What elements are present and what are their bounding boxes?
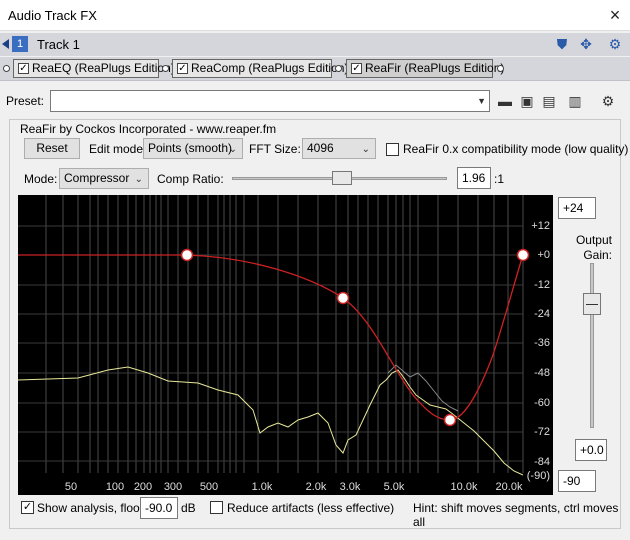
reduce-artifacts-label: Reduce artifacts (less effective) xyxy=(227,501,395,515)
freq-tick-label: 300 xyxy=(164,481,182,493)
db-tick-label: -36 xyxy=(534,337,550,349)
db-tick-label: -48 xyxy=(534,367,550,379)
track-number-badge: 1 xyxy=(12,36,28,52)
settings-gear-icon[interactable]: ⚙ xyxy=(599,92,617,110)
track-bar: 1 Track 1 ⛊ ✥ ⚙ xyxy=(0,33,630,56)
db-tick-label: -60 xyxy=(534,397,550,409)
window-titlebar: Audio Track FX × xyxy=(0,0,630,31)
fx-enable-checkbox[interactable]: ✓ xyxy=(351,63,362,74)
fx-tab-label: ReaEQ (ReaPlugs Edition) xyxy=(32,61,175,75)
show-analysis-label: Show analysis, floor: xyxy=(37,501,148,515)
mode-label: Mode: xyxy=(24,172,58,186)
frequency-response-graph[interactable]: +12 +0 -12 -24 -36 -48 -60 -72 -84 (-90) 50 100 200 3… xyxy=(17,195,553,495)
freq-tick-label: 50 xyxy=(65,481,77,493)
save-as-icon[interactable]: ▤ xyxy=(540,92,558,110)
reduce-artifacts-checkbox[interactable] xyxy=(210,501,223,514)
chain-node-icon xyxy=(162,65,169,72)
plugin-title: ReaFir by Cockos Incorporated - www.reap… xyxy=(20,122,277,136)
curve-control-point xyxy=(443,413,457,427)
chevron-down-icon: ⌄ xyxy=(228,144,237,155)
chain-node-icon xyxy=(335,65,342,72)
output-gain-field[interactable]: +0.0 xyxy=(575,439,607,461)
fx-tab-reaeq[interactable]: ✓ ReaEQ (ReaPlugs Edition) xyxy=(13,59,175,78)
db-tick-label: -84 xyxy=(534,456,550,468)
db-tick-label: -72 xyxy=(534,426,550,438)
mode-select[interactable]: Compressor ⌄ xyxy=(59,168,149,189)
mode-value: Compressor xyxy=(64,171,130,185)
output-gain-label: Output Gain: xyxy=(575,233,612,262)
response-plot[interactable]: +12 +0 -12 -24 -36 -48 -60 -72 -84 (-90) 50 100 200 3… xyxy=(17,195,553,495)
freq-tick-label: 5.0k xyxy=(384,481,405,493)
db-tick-label: (-90) xyxy=(527,470,550,482)
edit-mode-value: Points (smooth) xyxy=(148,141,233,155)
fft-size-label: FFT Size: xyxy=(249,142,301,156)
analysis-peak-line xyxy=(387,364,459,412)
route-icon[interactable]: ✥ xyxy=(577,36,595,53)
analysis-floor-field[interactable]: -90.0 xyxy=(140,497,178,519)
preset-label: Preset: xyxy=(6,94,45,108)
preset-select[interactable]: ▼ xyxy=(50,90,490,112)
floor-unit: dB xyxy=(181,501,196,515)
fx-chain-bar: ✓ ReaEQ (ReaPlugs Edition) ✓ ReaComp (Re… xyxy=(0,57,630,81)
reset-button[interactable]: Reset xyxy=(24,138,80,159)
fft-size-select[interactable]: 4096 ⌄ xyxy=(302,138,376,159)
fx-tab-reafir[interactable]: ✓ ReaFir (ReaPlugs Edition) xyxy=(346,59,504,78)
fx-tab-label: ReaComp (ReaPlugs Edition) xyxy=(191,61,349,75)
fx-tab-reacomp[interactable]: ✓ ReaComp (ReaPlugs Edition) xyxy=(172,59,348,78)
db-tick-label: +12 xyxy=(531,220,550,232)
edit-mode-label: Edit mode: xyxy=(89,142,147,156)
comp-ratio-slider-thumb[interactable] xyxy=(332,171,352,185)
close-icon[interactable]: × xyxy=(606,6,624,25)
curve-control-point xyxy=(516,248,530,262)
freq-tick-label: 2.0k xyxy=(306,481,327,493)
compat-mode-checkbox[interactable] xyxy=(386,143,399,156)
chain-node-icon xyxy=(3,65,10,72)
chevron-down-icon: ▼ xyxy=(477,96,486,106)
window-title: Audio Track FX xyxy=(8,8,97,23)
preset-bar: Preset: ▼ ▬ ▣ ▤ ▥ ⚙ xyxy=(0,87,630,115)
comp-ratio-suffix: :1 xyxy=(494,172,505,186)
chevron-down-icon: ⌄ xyxy=(361,144,370,155)
db-tick-label: -12 xyxy=(534,279,550,291)
fx-enable-checkbox[interactable]: ✓ xyxy=(18,63,29,74)
show-analysis-checkbox[interactable]: ✓ xyxy=(21,501,34,514)
freq-tick-label: 1.0k xyxy=(252,481,273,493)
top-db-field[interactable]: +24 xyxy=(558,197,596,219)
chain-node-icon xyxy=(497,65,504,72)
track-name: Track 1 xyxy=(37,37,80,52)
curve-control-point xyxy=(180,248,194,262)
output-gain-slider-thumb[interactable] xyxy=(583,293,601,315)
output-gain-slider-track[interactable] xyxy=(590,263,594,428)
fx-tab-label: ReaFir (ReaPlugs Edition) xyxy=(365,61,505,75)
db-tick-label: -24 xyxy=(534,308,550,320)
curve-control-point xyxy=(336,291,350,305)
freq-tick-label: 10.0k xyxy=(451,481,478,493)
hint-text: Hint: shift moves segments, ctrl moves a… xyxy=(413,501,619,529)
bottom-db-field[interactable]: -90 xyxy=(558,470,596,492)
fx-bypass-icon[interactable]: ⚙ xyxy=(606,36,624,53)
save-icon[interactable]: ▣ xyxy=(518,92,536,110)
db-tick-label: +0 xyxy=(537,249,550,261)
edit-mode-select[interactable]: Points (smooth) ⌄ xyxy=(143,138,243,159)
comp-ratio-label: Comp Ratio: xyxy=(157,172,224,186)
comp-ratio-field[interactable]: 1.96 xyxy=(457,167,491,189)
fft-size-value: 4096 xyxy=(307,141,334,155)
chevron-down-icon: ⌄ xyxy=(134,174,143,185)
fx-enable-checkbox[interactable]: ✓ xyxy=(177,63,188,74)
pin-icon[interactable]: ⛊ xyxy=(553,36,571,53)
freq-tick-label: 20.0k xyxy=(496,481,523,493)
freq-tick-label: 100 xyxy=(106,481,124,493)
freq-tick-label: 3.0k xyxy=(340,481,361,493)
preset-options-icon[interactable]: ▥ xyxy=(566,92,584,110)
freq-tick-label: 500 xyxy=(200,481,218,493)
filter-response-curve xyxy=(18,254,524,421)
track-arrow-icon[interactable] xyxy=(2,39,9,49)
compat-mode-label: ReaFir 0.x compatibility mode (low quali… xyxy=(403,142,629,156)
freq-tick-label: 200 xyxy=(134,481,152,493)
folder-icon[interactable]: ▬ xyxy=(496,92,514,110)
